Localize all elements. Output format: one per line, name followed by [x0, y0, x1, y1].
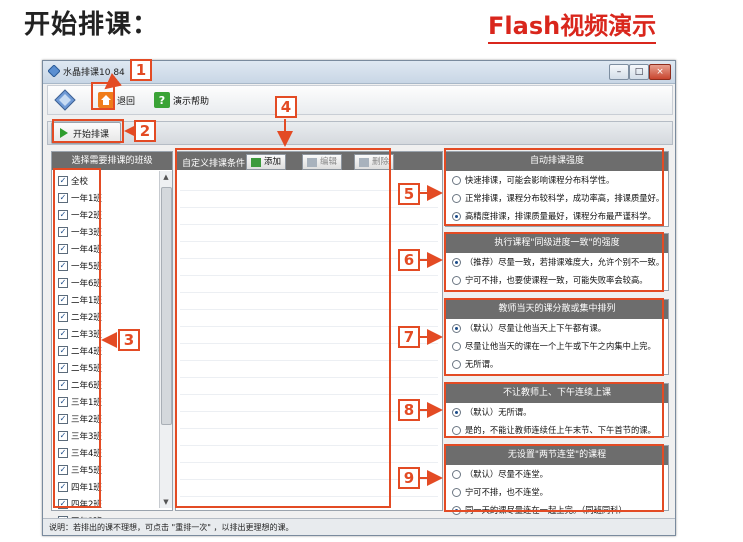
arrow-1 — [104, 73, 122, 90]
annotation-marker-8: 8 — [398, 399, 420, 421]
annotation-marker-7: 7 — [398, 326, 420, 348]
annotation-marker-3: 3 — [118, 329, 140, 351]
annotation-marker-2: 2 — [134, 120, 156, 142]
annotation-marker-5: 5 — [398, 183, 420, 205]
annotation-marker-6: 6 — [398, 249, 420, 271]
annotation-marker-1: 1 — [130, 59, 152, 81]
annotation-marker-4: 4 — [275, 96, 297, 118]
annotation-marker-9: 9 — [398, 467, 420, 489]
annotation-arrows — [101, 73, 443, 486]
